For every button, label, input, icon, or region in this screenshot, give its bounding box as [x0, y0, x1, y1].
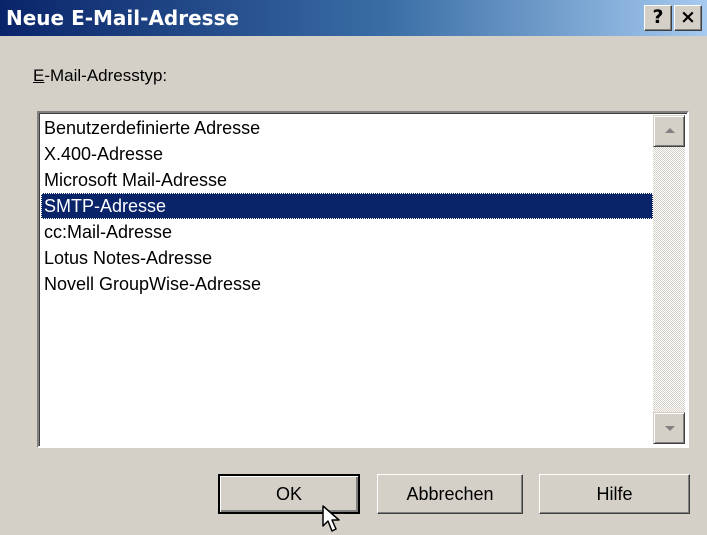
- window-title: Neue E-Mail-Adresse: [6, 6, 240, 30]
- label-text: -Mail-Adresstyp:: [44, 66, 168, 85]
- listbox-items: Benutzerdefinierte Adresse X.400-Adresse…: [41, 115, 653, 297]
- mouse-cursor-icon: [322, 505, 340, 532]
- arrow-down-icon: [665, 426, 675, 431]
- address-type-label: E-Mail-Adresstyp:: [33, 66, 167, 86]
- list-item-ccmail[interactable]: cc:Mail-Adresse: [41, 219, 653, 245]
- arrow-up-icon: [665, 128, 675, 133]
- label-accelerator: E: [33, 66, 45, 85]
- address-type-listbox[interactable]: Benutzerdefinierte Adresse X.400-Adresse…: [37, 111, 689, 448]
- list-item-custom[interactable]: Benutzerdefinierte Adresse: [41, 115, 653, 141]
- scroll-up-button[interactable]: [653, 115, 685, 147]
- close-button[interactable]: ×: [674, 5, 702, 31]
- list-item-groupwise[interactable]: Novell GroupWise-Adresse: [41, 271, 653, 297]
- list-item-smtp[interactable]: SMTP-Adresse: [41, 193, 653, 219]
- cancel-button[interactable]: Abbrechen: [377, 474, 523, 514]
- title-bar: Neue E-Mail-Adresse ? ×: [0, 0, 707, 36]
- vertical-scrollbar[interactable]: [653, 115, 685, 444]
- scroll-down-button[interactable]: [653, 412, 685, 444]
- list-item-x400[interactable]: X.400-Adresse: [41, 141, 653, 167]
- help-title-button[interactable]: ?: [644, 5, 672, 31]
- list-item-lotus-notes[interactable]: Lotus Notes-Adresse: [41, 245, 653, 271]
- list-item-msmail[interactable]: Microsoft Mail-Adresse: [41, 167, 653, 193]
- help-button[interactable]: Hilfe: [539, 474, 690, 514]
